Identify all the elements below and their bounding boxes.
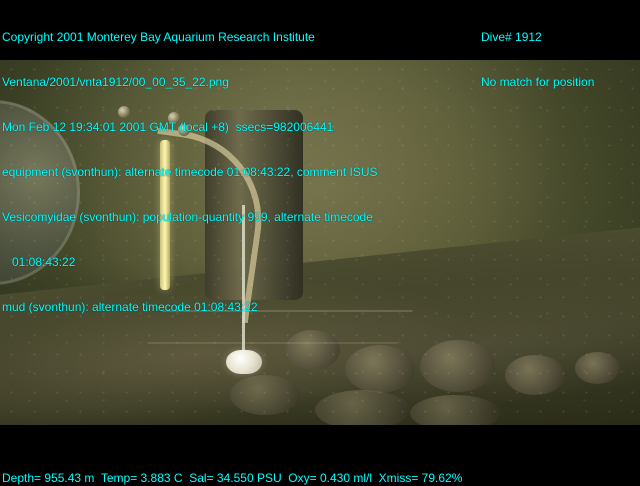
video-frame: Copyright 2001 Monterey Bay Aquarium Res… [0,0,640,486]
equipment-annotation-line: equipment (svonthun): alternate timecode… [2,165,378,179]
timestamp-line: Mon Feb 12 19:34:01 2001 GMT (local +8) … [2,120,334,134]
annotation-overlay-top-left: Copyright 2001 Monterey Bay Aquarium Res… [2,0,378,345]
mud-annotation-line: mud (svonthun): alternate timecode 01:08… [2,300,258,314]
copyright-line: Copyright 2001 Monterey Bay Aquarium Res… [2,30,315,44]
vesicomyidae-annotation-line: Vesicomyidae (svonthun): population-quan… [2,210,373,224]
vesicomyidae-timecode-line: 01:08:43:22 [2,255,76,269]
sensor-readout-line: Depth= 955.43 m Temp= 3.883 C Sal= 34.55… [2,471,463,485]
dive-number-line: Dive# 1912 [481,30,542,44]
annotation-overlay-top-right: Dive# 1912 No match for position [481,0,594,120]
image-path-line: Ventana/2001/vnta1912/00_00_35_22.png [2,75,229,89]
position-status-line: No match for position [481,75,595,89]
